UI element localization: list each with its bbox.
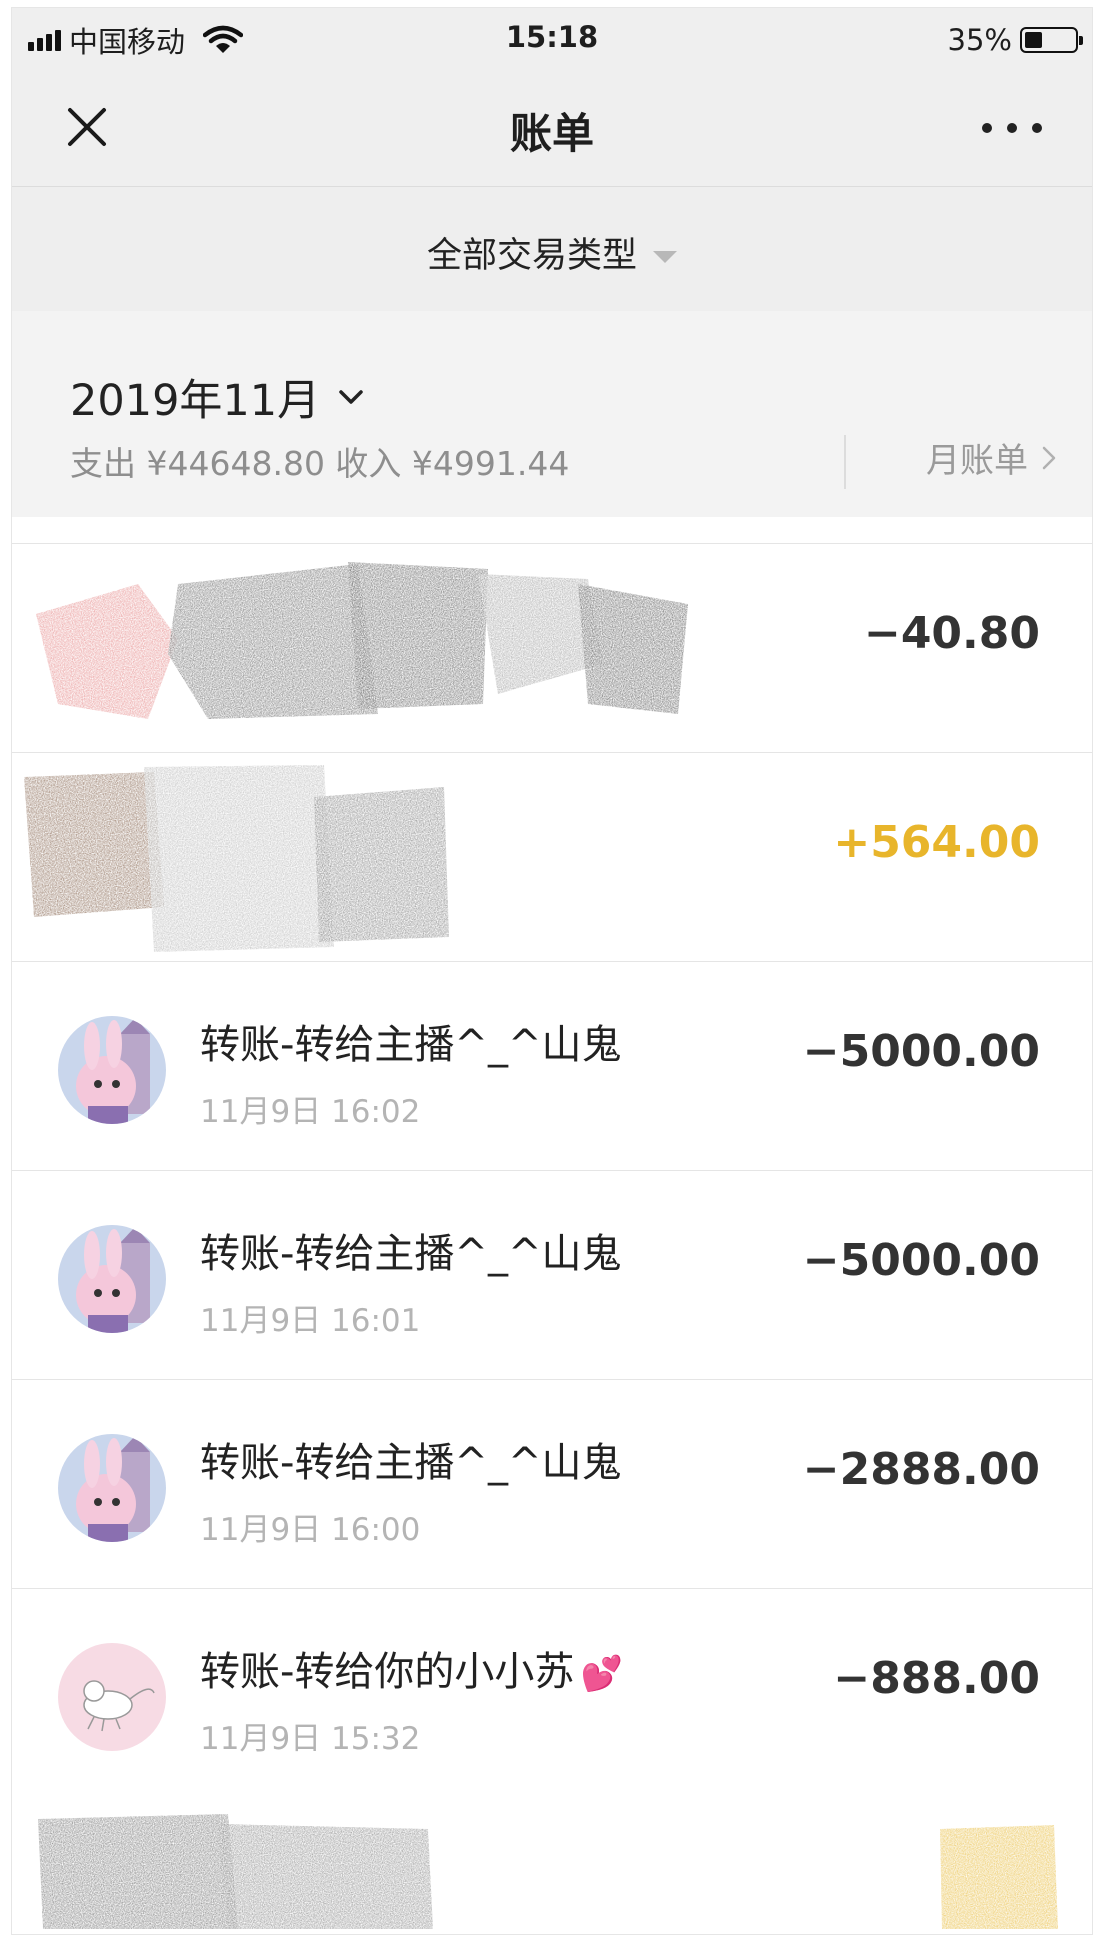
transaction-list: −40.80 +564.00 转账-转给主播^_^山鬼 11月9日 16:02 … [12,517,1092,1934]
transaction-amount: −2888.00 [802,1444,1040,1495]
monthly-bill-link[interactable]: 月账单 [926,433,1056,482]
chevron-down-icon [339,390,363,404]
filter-label: 全部交易类型 [426,236,637,276]
avatar [58,1016,166,1124]
transaction-title: 转账-转给主播^_^山鬼 [200,1231,622,1277]
transaction-row[interactable]: 转账-转给主播^_^山鬼 11月9日 16:02 −5000.00 [12,962,1092,1171]
transaction-row[interactable]: +564.00 [12,753,1092,962]
month-summary: 2019年11月 支出 ¥44648.80 收入 ¥4991.44 月账单 [12,311,1092,517]
avatar [58,1643,166,1751]
month-totals: 支出 ¥44648.80 收入 ¥4991.44 [70,444,570,483]
transaction-amount: −40.80 [863,608,1040,659]
redacted-scribble [24,765,449,952]
battery-icon [1020,27,1083,53]
transaction-title: 转账-转给主播^_^山鬼 [200,1440,622,1486]
battery-percent: 35% [947,23,1012,57]
month-title: 2019年11月 [70,376,321,426]
transaction-time: 11月9日 16:02 [200,1094,421,1130]
heart-emoji: 💕 [580,1654,623,1694]
transaction-amount: −888.00 [833,1653,1040,1704]
transaction-row[interactable]: 转账-转给你的小小苏 💕 11月9日 15:32 −888.00 [12,1589,1092,1797]
avatar [58,1225,166,1333]
redacted-scribble [940,1825,1058,1929]
transaction-row[interactable]: 转账-转给主播^_^山鬼 11月9日 16:01 −5000.00 [12,1171,1092,1380]
transaction-row[interactable]: 转账-转给主播^_^山鬼 11月9日 16:00 −2888.00 [12,1380,1092,1589]
status-bar: 中国移动 15:18 35% [12,8,1092,70]
redacted-scribble [38,1814,433,1929]
transaction-row[interactable] [12,1797,1092,1934]
redacted-scribble [36,562,688,719]
transaction-time: 11月9日 16:00 [200,1512,421,1548]
transaction-amount: −5000.00 [802,1235,1040,1286]
transaction-title: 转账-转给你的小小苏 [200,1649,575,1695]
transaction-type-filter[interactable]: 全部交易类型 [12,187,1092,311]
status-time: 15:18 [505,20,599,54]
transaction-amount: +564.00 [833,817,1040,868]
transaction-title: 转账-转给主播^_^山鬼 [200,1022,622,1068]
transaction-time: 11月9日 15:32 [200,1721,421,1757]
transaction-time: 11月9日 16:01 [200,1303,421,1339]
page-title: 账单 [509,109,594,158]
month-selector[interactable]: 2019年11月 [70,366,364,428]
phone-screen: 中国移动 15:18 35% 账单 全部交易类型 2019年11月 支出 ¥44… [12,8,1092,1934]
transaction-amount: −5000.00 [802,1026,1040,1077]
avatar [58,1434,166,1542]
more-icon[interactable] [982,110,1042,146]
transaction-row[interactable]: −40.80 [12,544,1092,753]
nav-bar: 账单 [12,70,1092,187]
monthly-bill-label: 月账单 [926,441,1028,481]
chevron-right-icon [1042,446,1056,469]
triangle-down-icon [653,251,677,263]
divider [844,435,846,489]
battery-level [1025,32,1042,48]
